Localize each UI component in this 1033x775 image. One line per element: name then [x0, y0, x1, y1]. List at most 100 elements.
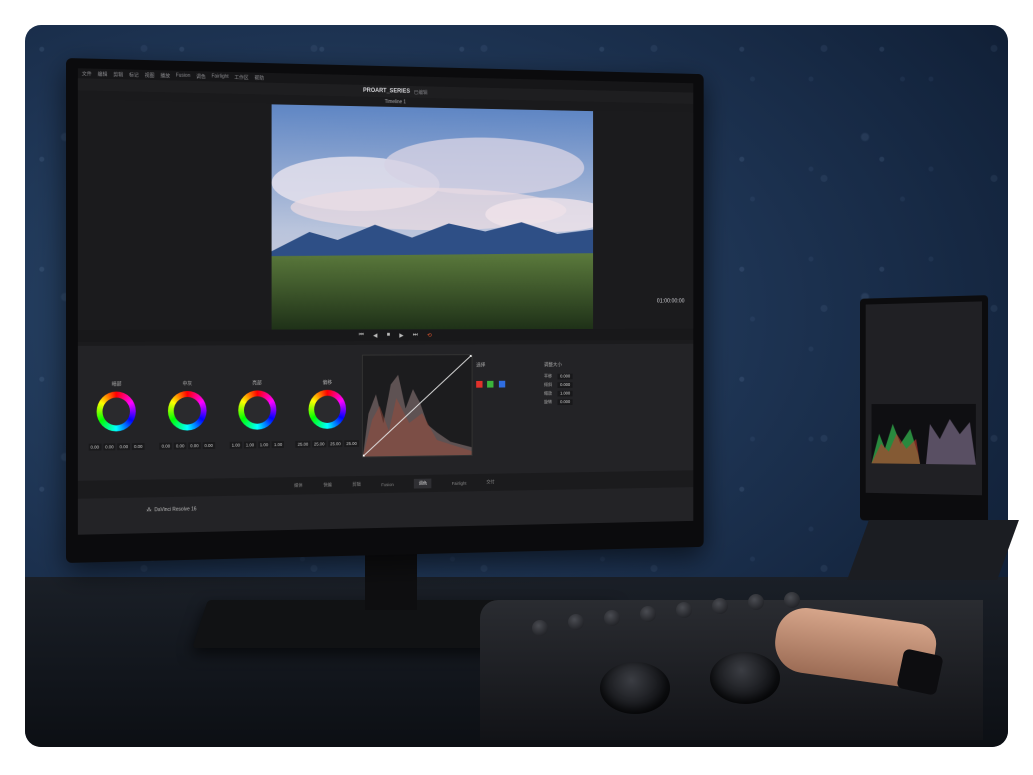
wheel-value[interactable]: 1.00	[258, 441, 270, 448]
menu-item[interactable]: 文件	[82, 70, 92, 77]
qualifier-label: 选择	[476, 363, 485, 369]
wheel-value[interactable]: 0.00	[118, 443, 130, 450]
knob-icon[interactable]	[748, 594, 764, 610]
color-wheel-icon[interactable]	[97, 391, 136, 431]
wheel-value[interactable]: 0.00	[132, 443, 144, 450]
sizing-row-label: 倾斜	[544, 382, 552, 388]
knob-icon[interactable]	[532, 620, 548, 636]
wheel-gamma[interactable]: 中灰 0.00 0.00 0.00 0.00	[159, 380, 216, 489]
wheel-value[interactable]: 1.00	[244, 441, 256, 448]
menu-item[interactable]: Fusion	[176, 73, 191, 79]
knob-icon[interactable]	[640, 606, 656, 622]
tab-edit[interactable]: 剪辑	[352, 482, 360, 488]
wheel-offset[interactable]: 偏移 25.00 25.00 25.00 25.00	[298, 379, 356, 487]
davinci-logo-icon: ⁂	[147, 507, 152, 513]
wheel-label: 中灰	[182, 380, 192, 387]
knob-icon[interactable]	[604, 610, 620, 626]
wheel-value[interactable]: 0.00	[89, 444, 102, 451]
wheel-value[interactable]: 0.00	[203, 442, 215, 449]
knob-icon[interactable]	[784, 592, 800, 608]
play-reverse-icon[interactable]: ◀	[373, 332, 377, 339]
wheel-value[interactable]: 0.00	[103, 443, 116, 450]
skip-back-icon[interactable]: ⏮	[359, 332, 364, 339]
wheel-values: 0.00 0.00 0.00 0.00	[89, 443, 145, 451]
loop-icon[interactable]: ⟲	[427, 332, 432, 339]
sizing-row-value[interactable]: 0.000	[557, 374, 572, 380]
skip-forward-icon[interactable]: ⏭	[413, 332, 418, 339]
sizing-row-label: 缩放	[544, 391, 552, 397]
color-wheel-icon[interactable]	[309, 390, 347, 429]
tab-fairlight[interactable]: Fairlight	[452, 480, 467, 485]
wheel-lift[interactable]: 暗部 0.00 0.00 0.00 0.00	[88, 380, 146, 490]
sizing-panel: 调整大小 平移 0.000 倾斜 0.000 缩放 1.000 旋转 0.000	[544, 353, 668, 449]
menu-item[interactable]: 播放	[160, 72, 170, 79]
sizing-row-label: 旋转	[544, 399, 552, 405]
wheel-label: 偏移	[323, 379, 332, 386]
menu-item[interactable]: 标记	[129, 71, 139, 78]
app-brand: ⁂ DaVinci Resolve 16	[147, 506, 197, 513]
color-wheel-icon[interactable]	[238, 390, 276, 430]
tab-fusion[interactable]: Fusion	[381, 482, 394, 487]
menu-item[interactable]: 视图	[145, 71, 155, 78]
wheel-label: 暗部	[112, 381, 122, 388]
laptop-scopes	[871, 404, 975, 465]
curves-graph	[363, 355, 472, 456]
menu-item[interactable]: 调色	[196, 73, 206, 80]
sizing-row[interactable]: 平移 0.000	[544, 373, 668, 380]
menu-item[interactable]: 剪辑	[113, 71, 123, 78]
tab-color[interactable]: 调色	[414, 479, 431, 489]
wheel-value[interactable]: 25.00	[328, 440, 342, 447]
timeline-name: Timeline 1	[385, 99, 406, 105]
color-wheel-icon[interactable]	[168, 391, 207, 431]
wheel-value[interactable]: 1.00	[230, 442, 242, 449]
knob-icon[interactable]	[712, 598, 728, 614]
red-swatch-icon[interactable]	[476, 381, 482, 388]
tab-cut[interactable]: 快编	[323, 482, 331, 488]
menu-item[interactable]: 帮助	[254, 74, 264, 81]
color-page-panel: 暗部 0.00 0.00 0.00 0.00 中灰 0.00 0.00 0.00…	[78, 344, 693, 535]
monitor: 文件 编辑 剪辑 标记 视图 播放 Fusion 调色 Fairlight 工作…	[66, 58, 704, 563]
wheel-gain[interactable]: 亮部 1.00 1.00 1.00 1.00	[229, 379, 285, 488]
blue-swatch-icon[interactable]	[499, 381, 505, 388]
laptop	[860, 295, 988, 524]
wheel-value[interactable]: 0.00	[160, 443, 172, 450]
wheel-value[interactable]: 0.00	[174, 442, 186, 449]
green-swatch-icon[interactable]	[488, 381, 494, 388]
tab-media[interactable]: 媒体	[294, 483, 303, 489]
sizing-row-label: 平移	[544, 374, 552, 380]
sizing-row[interactable]: 缩放 1.000	[544, 390, 668, 397]
color-wheels: 暗部 0.00 0.00 0.00 0.00 中灰 0.00 0.00 0.00…	[88, 379, 357, 491]
wheel-values: 1.00 1.00 1.00 1.00	[230, 441, 284, 449]
menu-item[interactable]: Fairlight	[212, 74, 229, 80]
wheel-value[interactable]: 25.00	[296, 441, 310, 448]
sizing-row[interactable]: 旋转 0.000	[544, 398, 668, 405]
trackball-icon[interactable]	[710, 652, 780, 704]
laptop-screen	[866, 301, 982, 495]
menu-item[interactable]: 工作区	[234, 74, 248, 81]
tab-deliver[interactable]: 交付	[486, 479, 494, 485]
knob-icon[interactable]	[568, 614, 584, 630]
wheel-value[interactable]: 1.00	[272, 441, 284, 448]
knob-icon[interactable]	[676, 602, 692, 618]
laptop-keyboard	[847, 520, 1019, 580]
wheel-values: 25.00 25.00 25.00 25.00	[296, 440, 359, 448]
wheel-value[interactable]: 25.00	[344, 440, 358, 447]
menu-item[interactable]: 编辑	[98, 70, 108, 77]
sizing-row-value[interactable]: 0.000	[557, 399, 572, 405]
monitor-screen: 文件 编辑 剪辑 标记 视图 播放 Fusion 调色 Fairlight 工作…	[78, 68, 693, 534]
viewer-image	[272, 104, 593, 331]
curves-editor[interactable]	[362, 354, 473, 457]
trackball-icon[interactable]	[600, 662, 670, 714]
waveform-scope	[871, 404, 975, 465]
stop-icon[interactable]: ■	[387, 332, 390, 338]
sizing-row-value[interactable]: 0.000	[557, 382, 572, 388]
project-title: PROART_SERIES	[363, 88, 410, 95]
wheel-value[interactable]: 25.00	[312, 441, 326, 448]
sizing-row-value[interactable]: 1.000	[557, 391, 572, 397]
wheel-values: 0.00 0.00 0.00 0.00	[160, 442, 215, 450]
wheel-label: 亮部	[252, 380, 262, 387]
sizing-row[interactable]: 倾斜 0.000	[544, 381, 668, 388]
wheel-value[interactable]: 0.00	[188, 442, 200, 449]
sizing-label: 调整大小	[544, 362, 562, 368]
play-icon[interactable]: ▶	[399, 332, 403, 339]
